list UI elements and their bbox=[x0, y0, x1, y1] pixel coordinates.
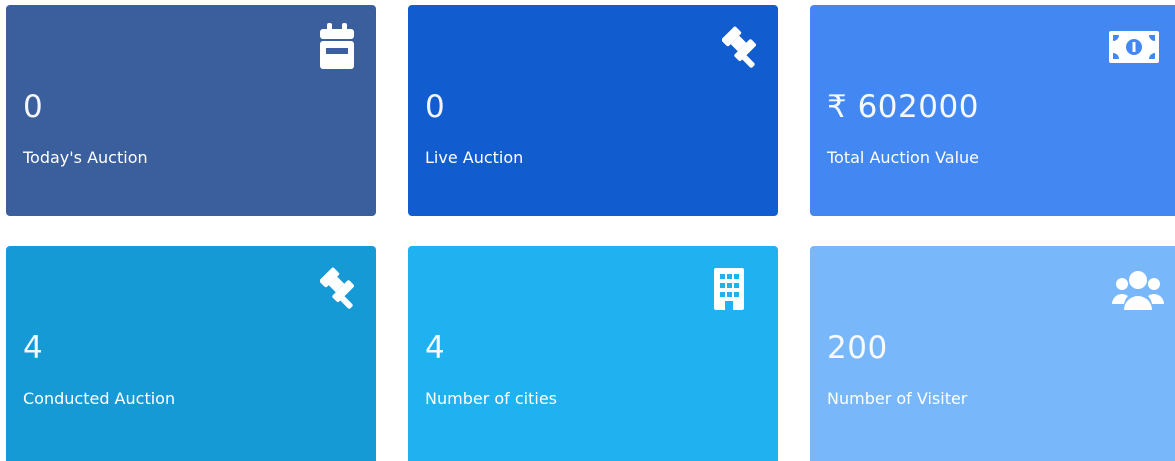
total-auction-value-card[interactable]: ₹ 602000 Total Auction Value bbox=[810, 5, 1175, 216]
calendar-icon bbox=[320, 23, 354, 69]
number-of-cities-label: Number of cities bbox=[425, 389, 558, 408]
live-auction-label: Live Auction bbox=[425, 148, 524, 167]
number-of-cities-card[interactable]: 4 Number of cities bbox=[408, 246, 778, 461]
conducted-auction-card[interactable]: 4 Conducted Auction bbox=[6, 246, 376, 461]
money-icon bbox=[1109, 31, 1159, 63]
conducted-auction-label: Conducted Auction bbox=[23, 389, 176, 408]
gavel-icon bbox=[320, 266, 360, 310]
users-icon bbox=[1112, 270, 1164, 310]
number-of-visiter-card[interactable]: 200 Number of Visiter bbox=[810, 246, 1175, 461]
total-auction-value-label: Total Auction Value bbox=[827, 148, 980, 167]
building-icon bbox=[714, 268, 744, 310]
todays-auction-label: Today's Auction bbox=[23, 148, 148, 167]
number-of-cities-value: 4 bbox=[425, 330, 446, 366]
number-of-visiter-label: Number of Visiter bbox=[827, 389, 968, 408]
gavel-icon bbox=[722, 25, 762, 69]
conducted-auction-value: 4 bbox=[23, 330, 44, 366]
total-auction-value: ₹ 602000 bbox=[827, 89, 979, 125]
todays-auction-value: 0 bbox=[23, 89, 44, 125]
number-of-visiter-value: 200 bbox=[827, 330, 888, 366]
live-auction-card[interactable]: 0 Live Auction bbox=[408, 5, 778, 216]
todays-auction-card[interactable]: 0 Today's Auction bbox=[6, 5, 376, 216]
live-auction-value: 0 bbox=[425, 89, 446, 125]
